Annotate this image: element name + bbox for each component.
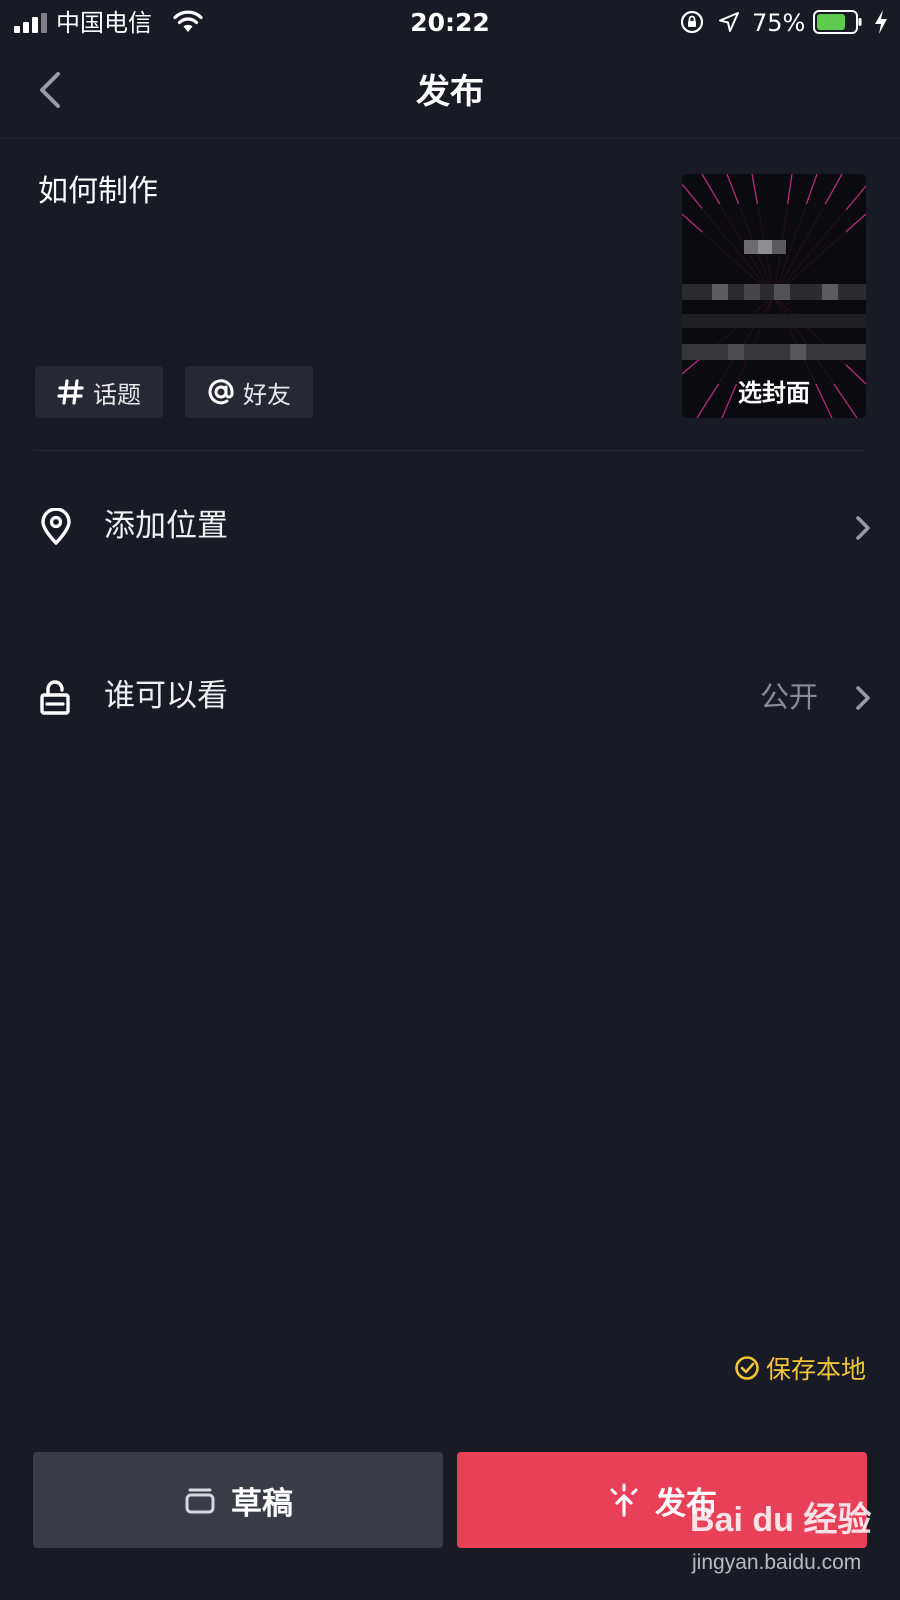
visibility-row[interactable]: 谁可以看 公开	[0, 652, 900, 742]
hashtag-icon	[57, 379, 84, 405]
save-local-label: 保存本地	[765, 1355, 866, 1384]
topic-button[interactable]: 话题	[35, 366, 163, 418]
at-icon	[208, 379, 234, 405]
topic-label: 话题	[93, 380, 141, 409]
add-location-label: 添加位置	[104, 508, 228, 544]
publish-button[interactable]: 发布	[457, 1452, 867, 1548]
draft-label: 草稿	[231, 1485, 293, 1522]
draft-button[interactable]: 草稿	[33, 1452, 443, 1548]
add-location-row[interactable]: 添加位置	[0, 482, 900, 572]
page-title: 发布	[416, 72, 484, 112]
unlock-icon	[40, 680, 70, 715]
save-local-toggle[interactable]: 保存本地	[734, 1350, 866, 1386]
location-pin-icon	[41, 508, 71, 545]
battery-percent: 75%	[752, 9, 806, 37]
nav-bar: 发布	[0, 46, 900, 139]
check-circle-icon	[735, 1356, 759, 1380]
friend-label: 好友	[243, 380, 291, 409]
watermark-url: jingyan.baidu.com	[692, 1551, 862, 1574]
chevron-right-icon	[856, 516, 870, 540]
mention-friend-button[interactable]: 好友	[185, 366, 313, 418]
publish-spark-icon	[610, 1483, 638, 1517]
chevron-right-icon	[856, 686, 870, 710]
visibility-label: 谁可以看	[104, 678, 228, 714]
caption-input[interactable]: 如何制作	[38, 170, 638, 214]
charging-bolt-icon	[875, 10, 887, 34]
divider	[34, 450, 866, 451]
cover-label: 选封面	[738, 379, 810, 407]
cover-picker[interactable]: 选封面	[682, 174, 866, 418]
draft-box-icon	[185, 1488, 215, 1514]
publish-label: 发布	[655, 1485, 717, 1522]
location-arrow-icon	[719, 12, 739, 32]
visibility-value: 公开	[759, 680, 818, 714]
chevron-left-icon[interactable]	[34, 68, 66, 112]
rotation-lock-icon	[680, 10, 704, 34]
status-bar: 中国电信 20:22 75%	[0, 0, 900, 46]
battery-icon	[813, 10, 862, 34]
